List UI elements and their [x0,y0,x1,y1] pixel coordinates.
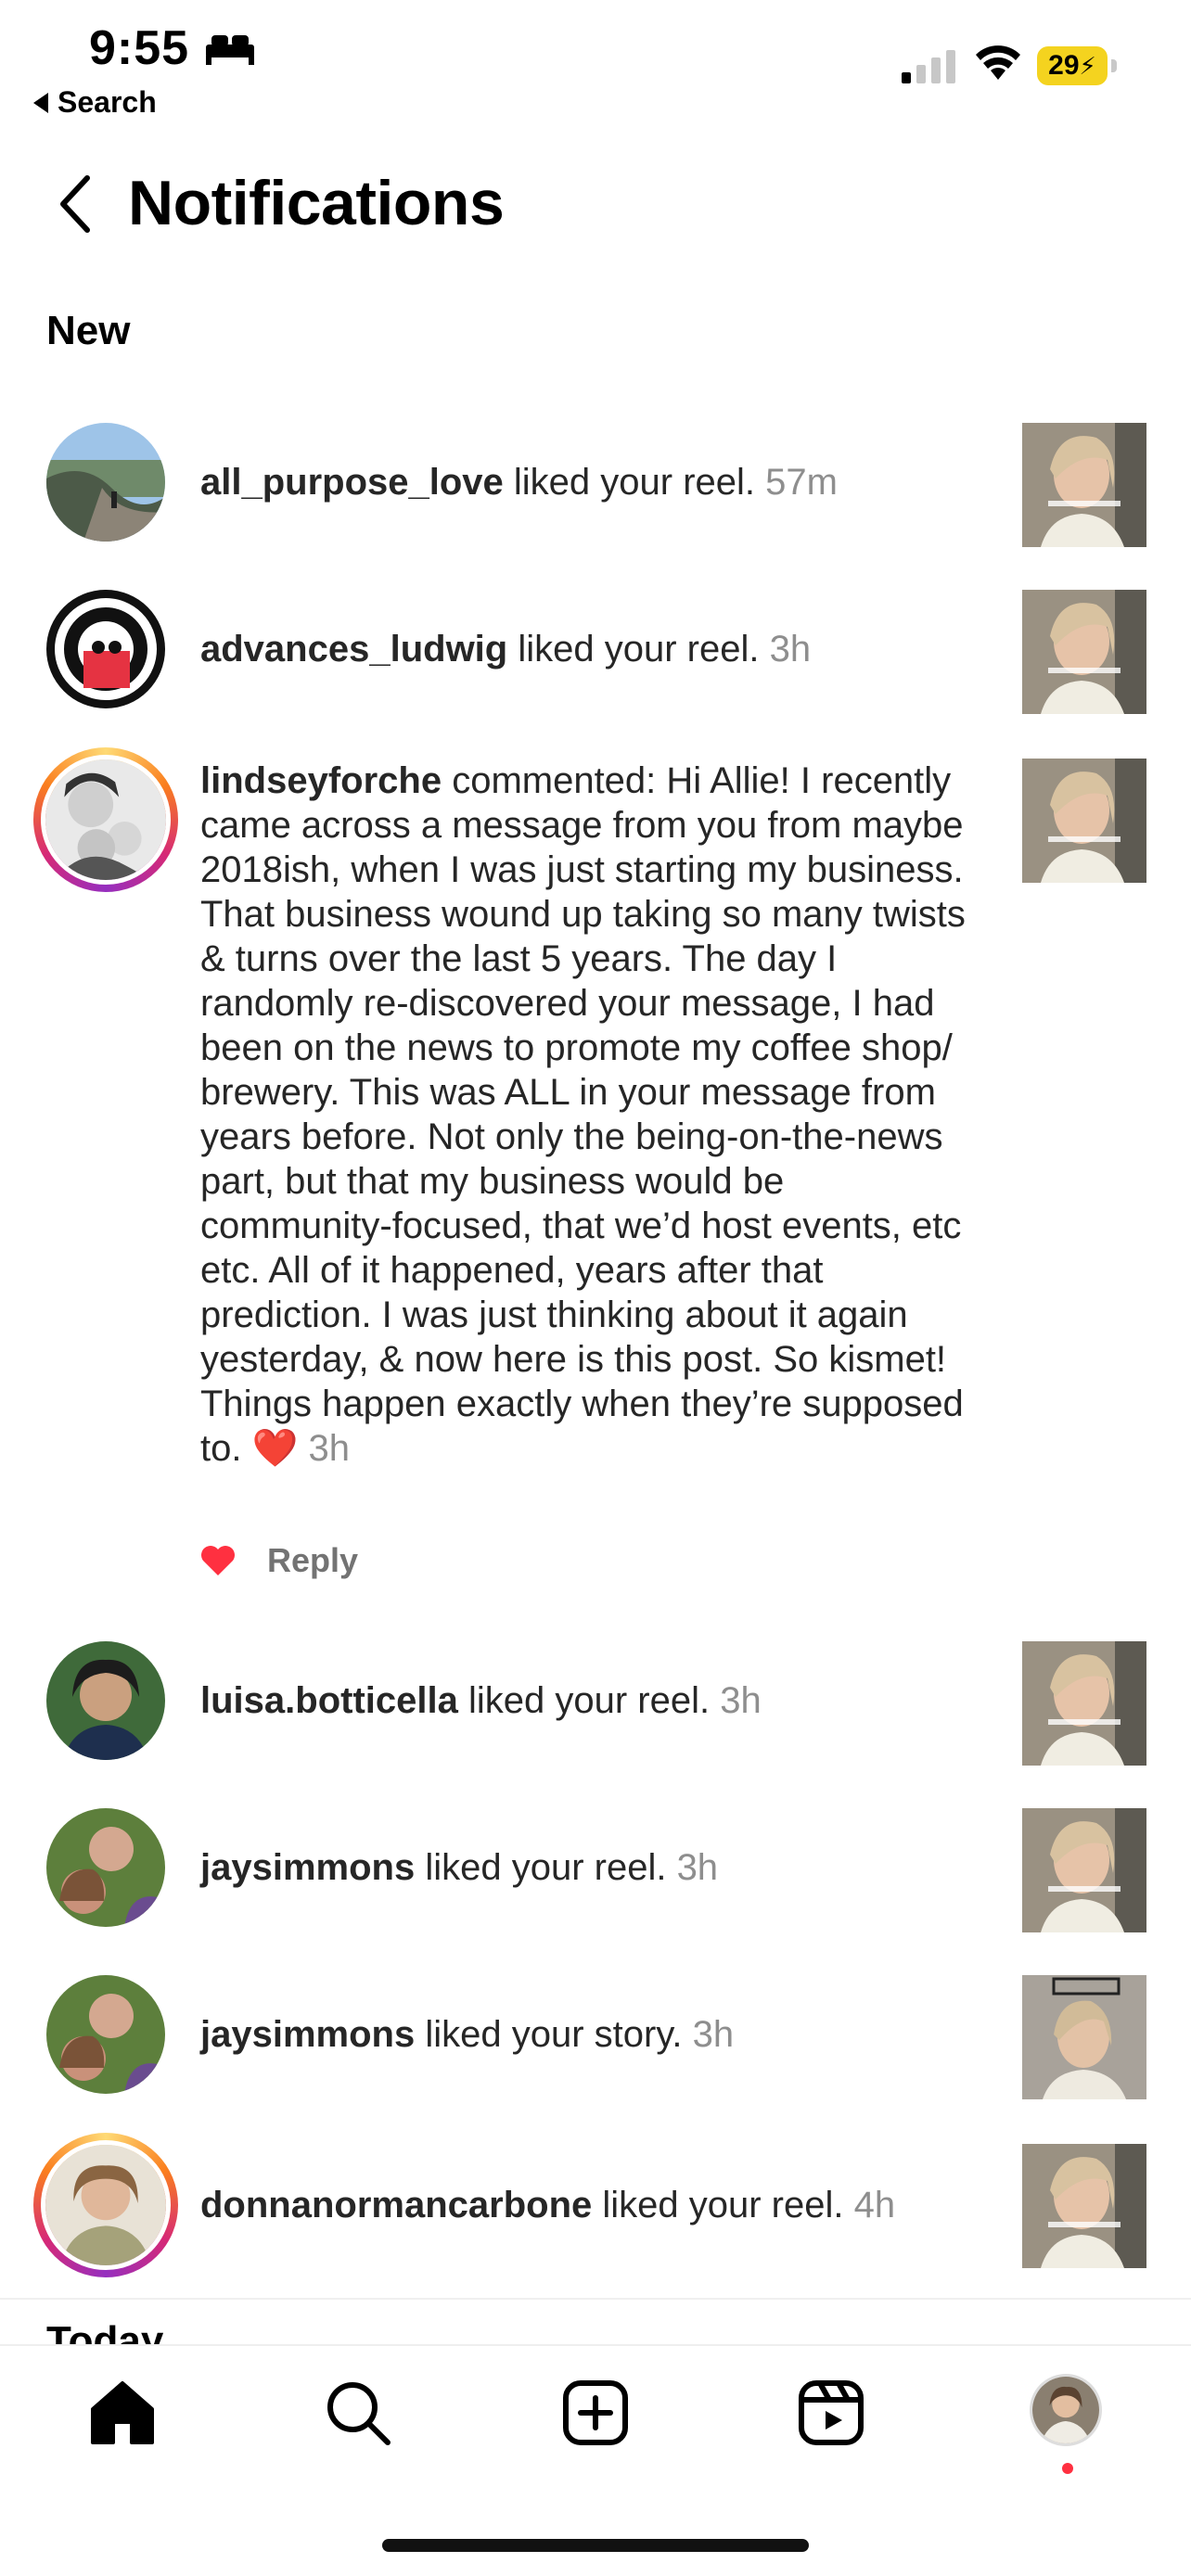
thumbnail-image [1022,1641,1146,1766]
avatar-image [45,759,166,880]
battery-indicator: 29 ⚡ [1037,46,1117,85]
username-link[interactable]: all_purpose_love [200,462,504,503]
username-link[interactable]: jaysimmons [200,2014,415,2055]
header: Notifications [0,148,1191,260]
create-icon[interactable] [558,2376,633,2450]
avatar-image [46,1808,165,1927]
notification-time: 3h [676,1847,719,1888]
profile-avatar[interactable] [1030,2374,1102,2446]
story-thumbnail[interactable] [1022,1975,1146,2099]
notification-action: liked your reel. [457,1680,721,1721]
thumbnail-image [1022,759,1146,883]
section-divider [0,2298,1191,2300]
notification-text: jaysimmons liked your story. 3h [200,2012,980,2057]
avatar-image [45,2145,166,2265]
back-triangle-icon [33,92,48,113]
notification-text: advances_ludwig liked your reel. 3h [200,627,980,671]
status-bar: 9:55 Search 29 ⚡ [0,0,1191,130]
reel-thumbnail[interactable] [1022,590,1146,714]
comment-text: lindseyforche commented: Hi Allie! I rec… [200,759,980,1471]
notification-time: 3h [308,1428,351,1469]
notification-action: liked your reel. [592,2185,854,2225]
thumbnail-image [1022,590,1146,714]
reel-thumbnail[interactable] [1022,1808,1146,1932]
avatar-image [46,590,165,708]
search-icon[interactable] [321,2376,395,2450]
status-time: 9:55 [89,21,190,75]
family-photo-avatar[interactable] [33,747,178,892]
thumbnail-image [1022,1808,1146,1932]
at-sign-skull-avatar[interactable] [46,590,165,708]
avatar-image [1032,2377,1099,2443]
reels-icon[interactable] [794,2376,868,2450]
cellular-signal-icon [902,50,955,83]
avatar-image [46,423,165,542]
notification-action: liked your story. [415,2014,693,2055]
page-title: Notifications [128,168,505,238]
notification-action: liked your reel. [503,462,766,503]
username-link[interactable]: luisa.botticella [200,1680,458,1721]
notification-time: 57m [765,462,838,503]
notification-time: 3h [769,629,812,670]
back-app-label: Search [58,85,157,119]
thumbnail-image [1022,1975,1146,2099]
wifi-icon [976,45,1020,80]
section-heading-today: Today [46,2318,164,2346]
notification-time: 4h [853,2185,896,2225]
username-link[interactable]: donnanormancarbone [200,2185,592,2225]
notification-text: jaysimmons liked your reel. 3h [200,1845,980,1890]
selfie-avatar[interactable] [46,1975,165,2094]
comment-actions: Reply [200,1541,358,1580]
notification-text: luisa.botticella liked your reel. 3h [200,1678,980,1723]
notification-dot [1062,2463,1073,2474]
avatar-image [46,1975,165,2094]
reel-thumbnail[interactable] [1022,423,1146,547]
reel-thumbnail[interactable] [1022,1641,1146,1766]
notification-time: 3h [692,2014,735,2055]
battery-level: 29 [1048,50,1080,81]
notification-time: 3h [720,1680,762,1721]
home-indicator[interactable] [382,2539,809,2552]
thumbnail-image [1022,423,1146,547]
comment-body: commented: Hi Allie! I recently came acr… [200,760,966,1469]
notification-action: liked your reel. [415,1847,677,1888]
reply-button[interactable]: Reply [267,1541,358,1580]
back-to-app[interactable]: Search [33,85,157,120]
selfie-avatar[interactable] [46,1808,165,1927]
portrait-avatar[interactable] [46,1641,165,1760]
sleep-focus-icon [206,35,254,65]
username-link[interactable]: advances_ludwig [200,629,507,670]
cliff-landscape-avatar[interactable] [46,423,165,542]
section-heading-new: New [46,308,131,353]
portrait-avatar[interactable] [33,2133,178,2277]
heart-liked-icon[interactable] [200,1545,236,1576]
thumbnail-image [1022,2144,1146,2268]
back-chevron-icon[interactable] [52,171,100,237]
reel-thumbnail[interactable] [1022,2144,1146,2268]
username-link[interactable]: jaysimmons [200,1847,415,1888]
avatar-image [46,1641,165,1760]
home-icon[interactable] [85,2376,160,2450]
notification-action: liked your reel. [507,629,770,670]
bottom-tab-bar [0,2344,1191,2576]
notification-text: all_purpose_love liked your reel. 57m [200,460,980,504]
notification-text: donnanormancarbone liked your reel. 4h [200,2183,980,2227]
reel-thumbnail[interactable] [1022,759,1146,883]
username-link[interactable]: lindseyforche [200,760,442,801]
